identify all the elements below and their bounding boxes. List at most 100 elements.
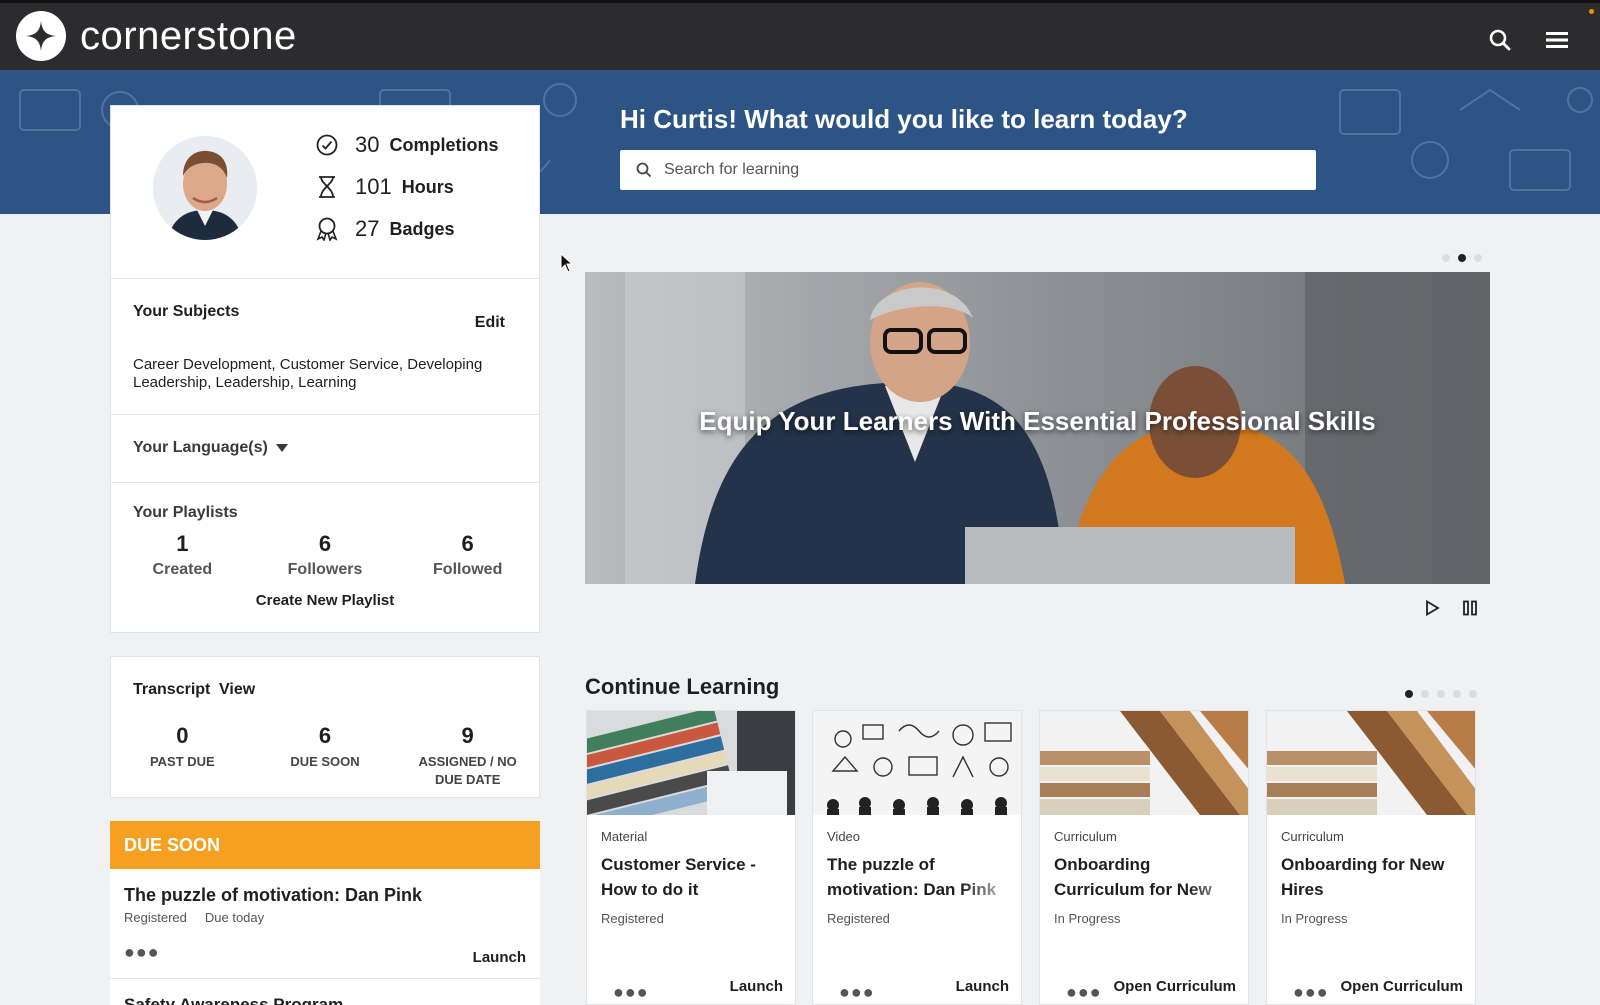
- due-soon-card: DUE SOON The puzzle of motivation: Dan P…: [110, 821, 540, 1005]
- pager-dot[interactable]: [1474, 254, 1482, 262]
- playlist-created[interactable]: 1 Created: [111, 531, 254, 579]
- more-options-icon[interactable]: ●●●: [124, 943, 160, 961]
- subjects-title: Your Subjects: [133, 303, 240, 320]
- banner-title: Equip Your Learners With Essential Profe…: [699, 406, 1376, 436]
- card-thumbnail: [813, 711, 1021, 815]
- divider: [111, 278, 539, 279]
- pager-dot[interactable]: [1469, 690, 1477, 698]
- title-fade: [961, 877, 1021, 902]
- past-due-count[interactable]: 0 PAST DUE: [111, 723, 254, 789]
- title-fade: [1188, 877, 1248, 902]
- stat-value: 30: [355, 132, 380, 157]
- pager-dot[interactable]: [1453, 690, 1461, 698]
- learning-card[interactable]: Video The puzzle of motivation: Dan Pink…: [812, 710, 1022, 1005]
- card-status: In Progress: [1281, 911, 1348, 926]
- playlist-counts: 1 Created 6 Followers 6 Followed: [111, 531, 539, 579]
- pager-dot[interactable]: [1442, 254, 1450, 262]
- languages-dropdown[interactable]: Your Language(s): [133, 439, 288, 457]
- more-options-icon[interactable]: ●●●: [613, 983, 649, 1001]
- stat-hours: 101 Hours: [315, 174, 454, 200]
- search-icon[interactable]: [1485, 25, 1515, 55]
- learning-search-box[interactable]: [620, 150, 1316, 190]
- launch-button[interactable]: Launch: [956, 978, 1009, 995]
- card-type: Curriculum: [1281, 829, 1344, 844]
- pager-dot[interactable]: [1421, 690, 1429, 698]
- banner-carousel[interactable]: Equip Your Learners With Essential Profe…: [585, 272, 1490, 584]
- card-title[interactable]: Onboarding for New Hires: [1281, 852, 1469, 902]
- playlists-title: Your Playlists: [133, 504, 238, 521]
- count-value: 6: [461, 531, 474, 556]
- card-type: Curriculum: [1054, 829, 1117, 844]
- count-value: 9: [461, 723, 474, 748]
- avatar[interactable]: [153, 136, 257, 240]
- playlist-followed[interactable]: 6 Followed: [396, 531, 539, 579]
- learning-card[interactable]: Curriculum Onboarding for New Hires In P…: [1266, 710, 1476, 1005]
- count-label: Followers: [287, 561, 363, 578]
- more-options-icon[interactable]: ●●●: [839, 983, 875, 1001]
- divider: [111, 414, 539, 415]
- continue-learning-pager: [1405, 690, 1477, 698]
- card-status: Registered: [827, 911, 890, 926]
- pager-dot-active[interactable]: [1458, 254, 1466, 262]
- languages-label: Your Language(s): [133, 439, 268, 456]
- open-curriculum-button[interactable]: Open Curriculum: [1113, 978, 1236, 995]
- notification-dot: [1589, 9, 1594, 14]
- stat-value: 101: [355, 174, 392, 199]
- card-type: Material: [601, 829, 648, 844]
- search-input[interactable]: [664, 161, 1264, 179]
- transcript-card: Transcript View 0 PAST DUE 6 DUE SOON 9 …: [110, 656, 540, 798]
- assigned-count[interactable]: 9 ASSIGNED / NO DUE DATE: [396, 723, 539, 789]
- view-transcript-link[interactable]: View: [219, 681, 255, 699]
- badge-icon: [315, 217, 339, 241]
- pause-icon[interactable]: [1458, 596, 1482, 620]
- count-value: 1: [176, 531, 189, 556]
- pager-dot[interactable]: [1437, 690, 1445, 698]
- create-playlist-button[interactable]: Create New Playlist: [111, 592, 539, 609]
- transcript-counts: 0 PAST DUE 6 DUE SOON 9 ASSIGNED / NO DU…: [111, 723, 539, 789]
- learning-card[interactable]: Material Customer Service - How to do it…: [586, 710, 796, 1005]
- stat-badges: 27 Badges: [315, 216, 455, 242]
- greeting-heading: Hi Curtis! What would you like to learn …: [620, 104, 1188, 134]
- more-options-icon[interactable]: ●●●: [1066, 983, 1102, 1001]
- stat-label: Hours: [401, 176, 454, 197]
- due-item-meta: Registered Due today: [124, 910, 264, 925]
- caret-down-icon: [275, 444, 288, 452]
- card-title[interactable]: Customer Service - How to do it: [601, 852, 789, 902]
- launch-button[interactable]: Launch: [730, 978, 783, 995]
- card-status: Registered: [601, 911, 664, 926]
- brand-logo[interactable]: cornerstone: [16, 11, 297, 61]
- due-item-title[interactable]: Safety Awareness Program: [124, 995, 343, 1005]
- check-circle-icon: [315, 133, 339, 157]
- card-thumbnail: [587, 711, 795, 815]
- learning-card[interactable]: Curriculum Onboarding Curriculum for New…: [1039, 710, 1249, 1005]
- profile-card: 30 Completions 101 Hours 27 Badges Your …: [110, 105, 540, 633]
- count-label: Created: [152, 561, 213, 578]
- stat-label: Badges: [389, 218, 455, 239]
- menu-icon[interactable]: [1542, 25, 1572, 55]
- due-soon-count[interactable]: 6 DUE SOON: [254, 723, 397, 789]
- due-soon-header: DUE SOON: [110, 821, 540, 869]
- playlist-followers[interactable]: 6 Followers: [254, 531, 397, 579]
- due-item-status: Registered: [124, 910, 187, 925]
- banner-pager: [1442, 254, 1482, 262]
- transcript-title: Transcript: [133, 681, 211, 698]
- mouse-cursor-icon: [560, 253, 574, 273]
- due-item-date: Due today: [204, 910, 265, 925]
- subjects-list: Career Development, Customer Service, De…: [133, 356, 483, 391]
- divider: [110, 978, 540, 979]
- launch-button[interactable]: Launch: [473, 949, 526, 966]
- play-icon[interactable]: [1420, 596, 1444, 620]
- stat-value: 27: [355, 216, 380, 241]
- cornerstone-logo-icon: [16, 11, 66, 61]
- stat-label: Completions: [389, 134, 499, 155]
- hourglass-icon: [315, 175, 339, 199]
- more-options-icon[interactable]: ●●●: [1293, 983, 1329, 1001]
- open-curriculum-button[interactable]: Open Curriculum: [1340, 978, 1463, 995]
- top-bar: cornerstone: [0, 0, 1600, 70]
- card-type: Video: [827, 829, 861, 844]
- pager-dot-active[interactable]: [1405, 690, 1413, 698]
- count-label: PAST DUE: [149, 754, 215, 769]
- due-item-title[interactable]: The puzzle of motivation: Dan Pink: [124, 885, 422, 906]
- count-label: Followed: [433, 561, 503, 578]
- edit-subjects-button[interactable]: Edit: [475, 314, 505, 332]
